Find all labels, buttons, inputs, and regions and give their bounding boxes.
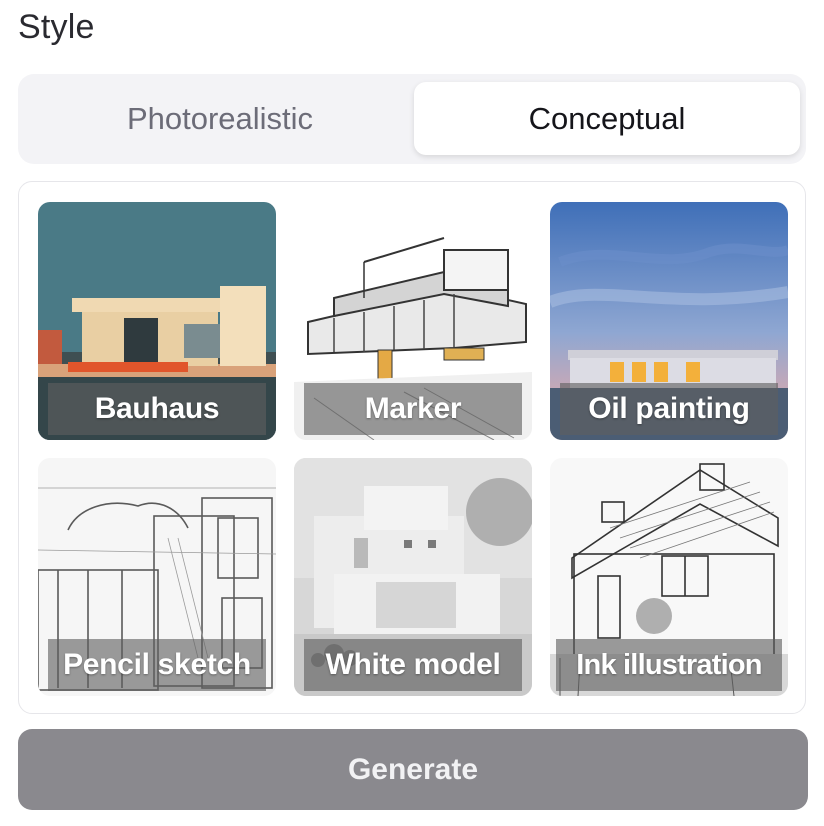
style-grid: Bauhaus Marker Oil painting Pencil sketc… — [18, 181, 806, 714]
style-card-marker[interactable]: Marker — [294, 202, 532, 440]
style-card-oil-painting[interactable]: Oil painting — [550, 202, 788, 440]
style-card-bauhaus[interactable]: Bauhaus — [38, 202, 276, 440]
style-card-label: Bauhaus — [48, 383, 266, 435]
section-title: Style — [18, 8, 95, 46]
style-card-label: Marker — [304, 383, 522, 435]
style-card-label: Pencil sketch — [48, 639, 266, 691]
tab-photorealistic[interactable]: Photorealistic — [24, 82, 416, 155]
style-card-label: White model — [304, 639, 522, 691]
generate-button[interactable]: Generate — [18, 729, 808, 810]
style-card-ink-illustration[interactable]: Ink illustration — [550, 458, 788, 696]
tab-conceptual[interactable]: Conceptual — [414, 82, 800, 155]
style-card-pencil-sketch[interactable]: Pencil sketch — [38, 458, 276, 696]
style-card-label: Oil painting — [560, 383, 778, 435]
style-card-white-model[interactable]: White model — [294, 458, 532, 696]
style-mode-segmented-control: Photorealistic Conceptual — [18, 74, 806, 164]
style-card-label: Ink illustration — [556, 639, 782, 691]
